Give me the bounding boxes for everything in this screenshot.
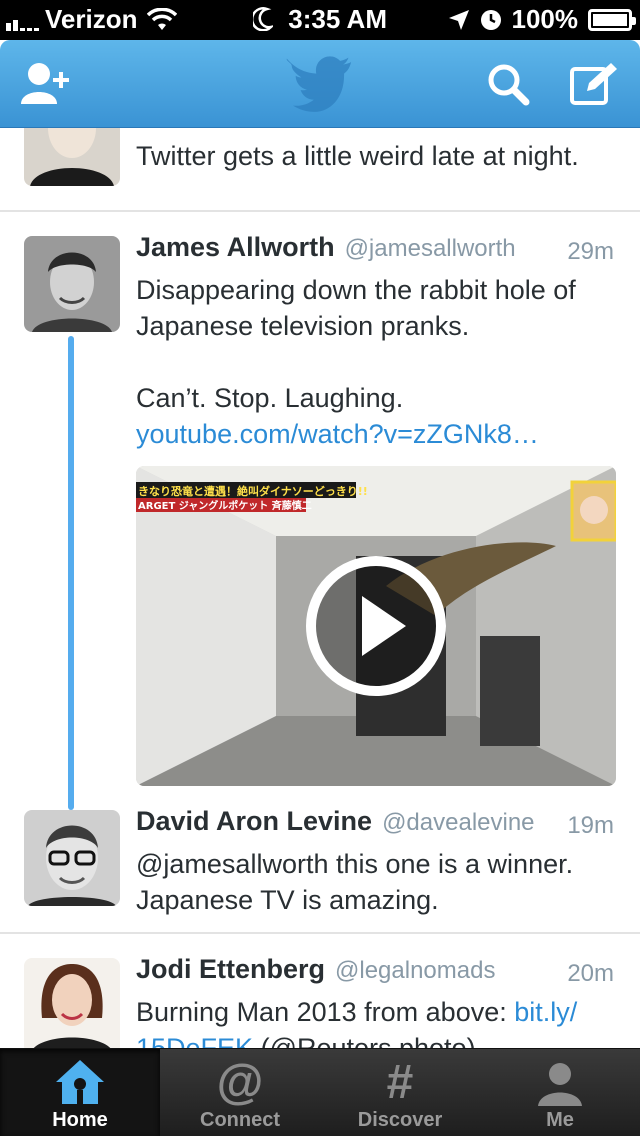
tweet-text-prefix: Burning Man 2013 from above:	[136, 997, 515, 1027]
alarm-clock-icon	[480, 9, 501, 30]
tab-label: Connect	[200, 1109, 280, 1131]
carrier-name: Verizon	[45, 4, 138, 34]
tab-home[interactable]: Home	[0, 1049, 160, 1136]
add-user-button[interactable]	[18, 56, 74, 112]
tab-bar: Home @ Connect # Discover Me	[0, 1048, 640, 1136]
tab-me[interactable]: Me	[480, 1049, 640, 1136]
status-time: 3:35 AM	[288, 4, 387, 34]
twitter-bird-icon	[286, 56, 354, 112]
hash-icon: #	[386, 1055, 414, 1109]
person-icon	[536, 1057, 584, 1107]
search-button[interactable]	[480, 56, 536, 112]
play-button[interactable]	[306, 556, 446, 696]
tweet-timestamp: 19m	[567, 812, 614, 839]
tab-label: Discover	[357, 1109, 443, 1131]
tweet-link-continued[interactable]: 15DeFEK	[136, 1033, 253, 1048]
status-right: 100%	[448, 4, 636, 35]
signal-strength-icon	[6, 9, 39, 31]
nav-bar	[0, 40, 640, 128]
tweet-author-handle[interactable]: @legalnomads	[335, 957, 495, 985]
compose-button[interactable]	[566, 56, 622, 112]
tweet-author-name[interactable]: Jodi Ettenberg	[136, 954, 325, 985]
tweet-author-handle[interactable]: @jamesallworth	[345, 235, 516, 263]
avatar[interactable]	[24, 128, 120, 186]
tweet[interactable]: Jodi Ettenberg @legalnomads 20m Burning …	[0, 934, 640, 1048]
do-not-disturb-icon	[253, 7, 274, 31]
wifi-icon	[147, 7, 178, 30]
tab-label: Home	[52, 1109, 108, 1131]
tweet-text: Burning Man 2013 from above: bit.ly/15De…	[136, 994, 616, 1048]
battery-icon	[588, 8, 636, 31]
avatar[interactable]	[24, 236, 120, 332]
timeline[interactable]: Twitter gets a little weird late at nigh…	[0, 128, 640, 1048]
tweet-text: @jamesallworth this one is a winner. Jap…	[136, 849, 574, 915]
home-icon	[54, 1057, 106, 1107]
tweet-author-name[interactable]: David Aron Levine	[136, 806, 372, 837]
at-icon: @	[216, 1055, 264, 1109]
search-icon	[488, 64, 530, 106]
status-bar: Verizon 3:35 AM 100%	[0, 0, 640, 40]
status-left: Verizon	[6, 4, 178, 35]
avatar[interactable]	[24, 958, 120, 1048]
tweet-link[interactable]: youtube.com/watch?v=zZGNk8…	[136, 416, 616, 452]
add-user-icon	[21, 63, 69, 104]
avatar[interactable]	[24, 810, 120, 906]
tweet[interactable]: James Allworth @jamesallworth 29m Disapp…	[0, 212, 640, 810]
tweet-link[interactable]: bit.ly/	[514, 997, 577, 1027]
tab-label: Me	[546, 1109, 574, 1131]
tweet[interactable]: David Aron Levine @davealevine 19m @jame…	[0, 802, 640, 932]
compose-icon	[570, 63, 617, 105]
tab-connect[interactable]: @ Connect	[160, 1049, 320, 1136]
tweet-author-name[interactable]: James Allworth	[136, 232, 335, 263]
video-thumbnail[interactable]: きなり恐竜と遭遇！絶叫ダイナソーどっきり!! ARGET ジャングルポケット 斉…	[136, 466, 616, 786]
tweet-text-line: Can’t. Stop. Laughing.	[136, 383, 404, 413]
tweet-timestamp: 20m	[567, 960, 614, 987]
conversation-thread-line	[68, 336, 74, 810]
tweet[interactable]: Twitter gets a little weird late at nigh…	[0, 128, 640, 208]
tab-discover[interactable]: # Discover	[320, 1049, 480, 1136]
tweet-text-suffix: (@Reuters photo)	[253, 1033, 476, 1048]
video-caption-bottom: ARGET ジャングルポケット 斉藤慎二	[138, 499, 312, 512]
tweet-text: Disappearing down the rabbit hole of Jap…	[136, 275, 576, 341]
location-arrow-icon	[448, 9, 469, 30]
video-caption-top: きなり恐竜と遭遇！絶叫ダイナソーどっきり!!	[138, 484, 368, 498]
tweet-text: Twitter gets a little weird late at nigh…	[136, 141, 579, 171]
tweet-timestamp: 29m	[567, 238, 614, 265]
battery-percent: 100%	[511, 4, 579, 34]
tweet-author-handle[interactable]: @davealevine	[382, 809, 534, 837]
